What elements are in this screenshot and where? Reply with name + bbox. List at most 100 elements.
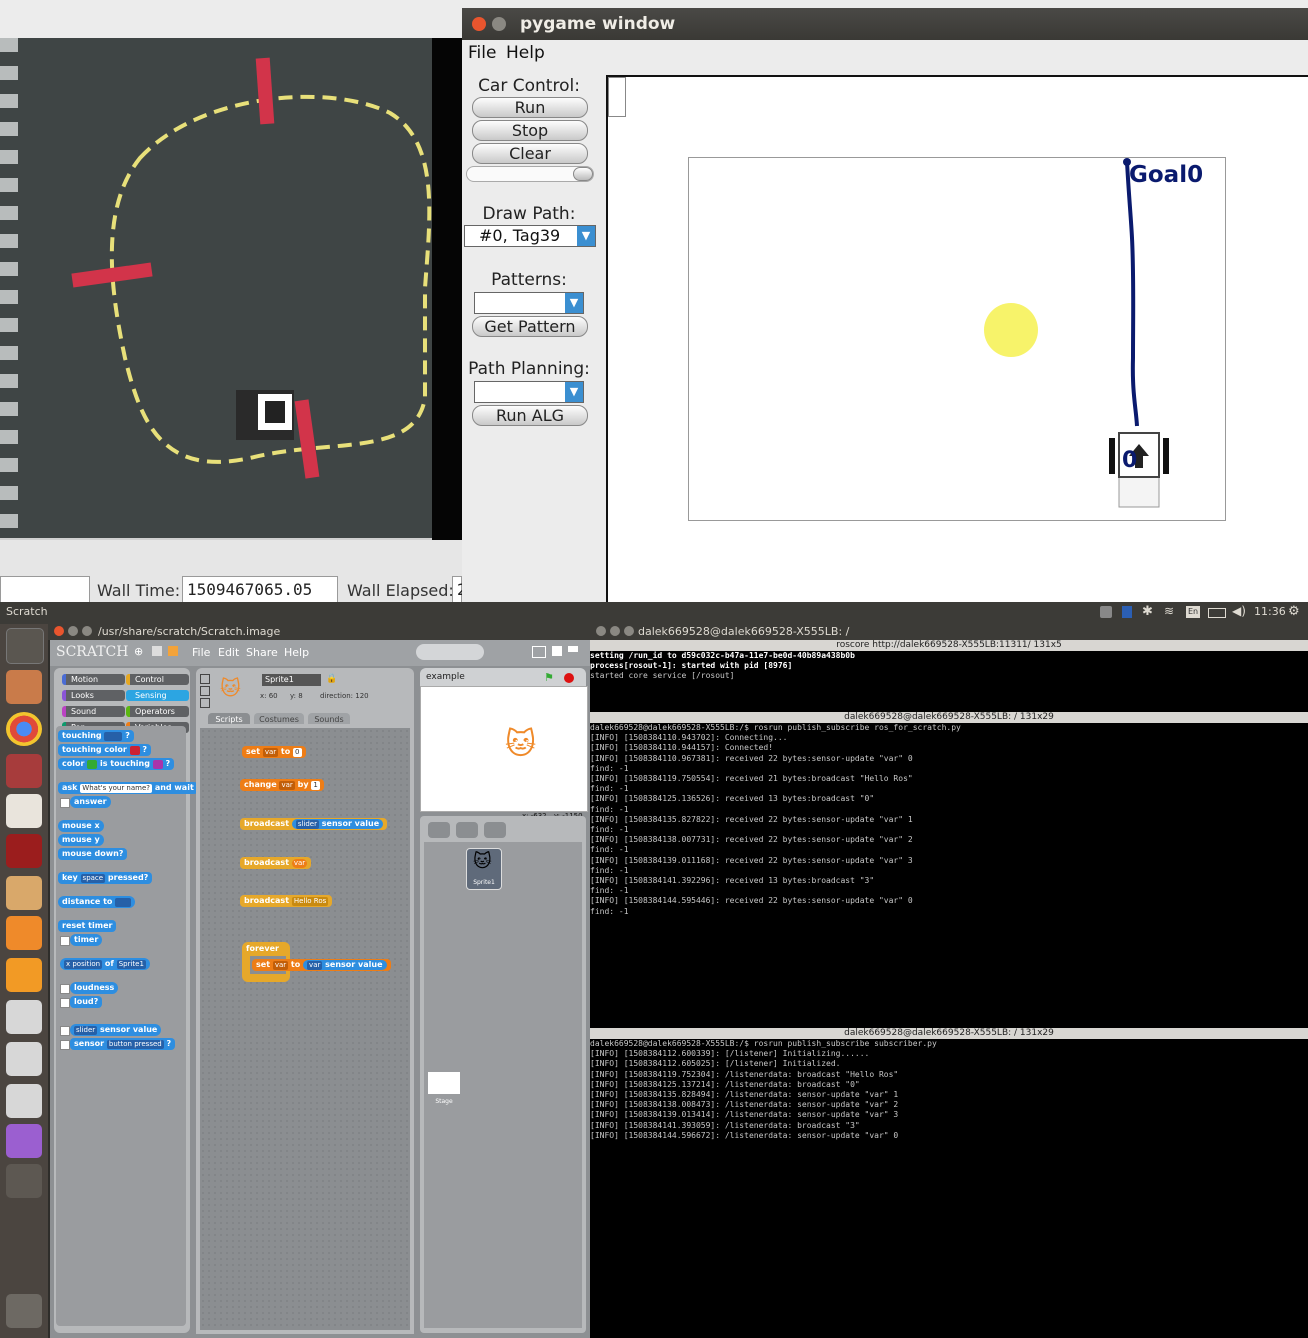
category-sound[interactable]: Sound (62, 706, 125, 717)
patterns-select[interactable]: ▼ (474, 292, 584, 314)
timer-block[interactable]: timer (70, 934, 103, 946)
dash-icon[interactable] (6, 628, 44, 664)
choose-sprite-button[interactable] (456, 822, 478, 838)
minimize-icon[interactable] (610, 626, 620, 636)
sprite-dropdown[interactable]: Sprite1 (116, 960, 146, 969)
cat-sprite[interactable]: 🐱 (505, 727, 536, 762)
minimize-icon[interactable] (492, 17, 506, 31)
chevron-down-icon[interactable]: ▼ (577, 226, 595, 246)
block-slot[interactable]: ​ (104, 732, 123, 741)
menu-edit[interactable]: Edit (218, 646, 239, 659)
sensor-dropdown[interactable]: button pressed (106, 1040, 164, 1049)
drive-icon[interactable] (6, 1000, 42, 1034)
broadcast-hello-block[interactable]: broadcast Hello Ros (240, 895, 333, 907)
rotation-style-icon[interactable] (200, 686, 210, 696)
sensor-value-block[interactable]: slider sensor value (70, 1024, 162, 1036)
rotation-style-icon[interactable] (200, 674, 210, 684)
path-planning-select[interactable]: ▼ (474, 381, 584, 403)
var-reporter[interactable]: var (291, 859, 308, 868)
random-sprite-button[interactable] (484, 822, 506, 838)
color-touching-block[interactable]: color ​ is touching ​ ? (58, 758, 175, 770)
sprite-name-field[interactable]: Sprite1 (262, 674, 321, 686)
workspace-icon[interactable] (6, 1124, 42, 1158)
sensor-dropdown[interactable]: var (307, 961, 323, 970)
speed-slider[interactable] (466, 166, 594, 182)
attribute-dropdown[interactable]: x position (64, 960, 103, 969)
answer-checkbox[interactable] (60, 798, 70, 808)
settings-icon[interactable] (6, 754, 42, 788)
wall-elapsed-field[interactable]: 2 (452, 576, 467, 604)
category-looks[interactable]: Looks (62, 690, 125, 701)
drive-icon[interactable] (6, 1084, 42, 1118)
language-indicator[interactable]: En (1186, 606, 1200, 618)
var-dropdown[interactable]: var (272, 961, 289, 970)
sprite-tile[interactable]: 🐱 Sprite1 (466, 848, 502, 890)
mouse-down-block[interactable]: mouse down? (58, 848, 128, 860)
block-slot[interactable]: ​ (115, 898, 132, 907)
chrome-icon[interactable] (6, 712, 42, 746)
message-dropdown[interactable]: Hello Ros (291, 897, 329, 906)
sensor-dropdown[interactable]: slider (74, 1026, 98, 1035)
close-icon[interactable] (54, 626, 64, 636)
touching-color-block[interactable]: touching color ​ ? (58, 744, 152, 756)
chevron-down-icon[interactable]: ▼ (565, 382, 583, 402)
touching-block[interactable]: touching ​ ? (58, 730, 134, 742)
menu-share[interactable]: Share (246, 646, 278, 659)
value-input[interactable]: 1 (311, 781, 320, 790)
green-flag-icon[interactable]: ⚑ (544, 671, 554, 684)
file-icon[interactable] (1122, 606, 1132, 618)
color-swatch[interactable]: ​ (152, 760, 163, 769)
stage-thumbnail[interactable] (428, 1072, 460, 1094)
publisher-pane[interactable]: dalek669528@dalek669528-X555LB:/$ rosrun… (590, 723, 1304, 1023)
category-motion[interactable]: Motion (62, 674, 125, 685)
tool-buttons[interactable] (416, 644, 484, 660)
trash-icon[interactable] (6, 1294, 42, 1328)
clear-button[interactable]: Clear (472, 143, 588, 164)
chevron-down-icon[interactable]: ▼ (565, 293, 583, 313)
set-var-block[interactable]: set var to 0 (242, 746, 306, 758)
loudness-checkbox[interactable] (60, 984, 70, 994)
category-sensing[interactable]: Sensing (126, 690, 189, 701)
lock-icon[interactable]: 🔒 (326, 674, 337, 684)
sensor-value-reporter[interactable]: var sensor value (303, 960, 387, 970)
share-icon[interactable] (168, 646, 178, 656)
stop-sign-icon[interactable] (564, 673, 574, 683)
drive-icon[interactable] (6, 1042, 42, 1076)
draw-path-select[interactable]: #0, Tag39 ▼ (464, 225, 596, 247)
document-icon[interactable] (6, 876, 42, 910)
position-of-block[interactable]: x position of Sprite1 (60, 958, 150, 970)
layout-icon[interactable] (568, 646, 578, 652)
loud-block[interactable]: loud? (70, 996, 103, 1008)
run-button[interactable]: Run (472, 97, 588, 118)
menu-file[interactable]: File (468, 43, 496, 63)
menu-help[interactable]: Help (284, 646, 309, 659)
layout-icon[interactable] (532, 646, 546, 658)
color-swatch[interactable]: ​ (87, 760, 98, 769)
mouse-x-block[interactable]: mouse x (58, 820, 104, 832)
answer-block[interactable]: answer (70, 796, 111, 808)
status-left-field[interactable] (0, 576, 90, 604)
map-canvas[interactable]: Goal0 0 (606, 75, 1308, 604)
set-var-sensor-block[interactable]: set var to var sensor value (252, 959, 391, 971)
sensor-value-checkbox[interactable] (60, 1026, 70, 1036)
var-dropdown[interactable]: var (279, 781, 295, 790)
run-alg-button[interactable]: Run ALG (472, 405, 588, 426)
category-operators[interactable]: Operators (126, 706, 189, 717)
save-icon[interactable] (152, 646, 162, 656)
sensor-dropdown[interactable]: slider (295, 820, 319, 829)
get-pattern-button[interactable]: Get Pattern (472, 316, 588, 337)
menu-help[interactable]: Help (506, 43, 545, 63)
change-var-block[interactable]: change var by 1 (240, 779, 324, 791)
app-icon[interactable] (6, 834, 42, 868)
category-control[interactable]: Control (126, 674, 189, 685)
wall-time-field[interactable]: 1509467065.05 (182, 576, 338, 604)
reset-timer-block[interactable]: reset timer (58, 920, 117, 932)
loud-checkbox[interactable] (60, 998, 70, 1008)
mouse-y-block[interactable]: mouse y (58, 834, 104, 846)
paint-sprite-button[interactable] (428, 822, 450, 838)
ask-block[interactable]: ask What's your name? and wait (58, 782, 198, 794)
sensor-checkbox[interactable] (60, 1040, 70, 1050)
stop-button[interactable]: Stop (472, 120, 588, 141)
loudness-block[interactable]: loudness (70, 982, 119, 994)
distance-to-block[interactable]: distance to ​ (58, 896, 136, 908)
